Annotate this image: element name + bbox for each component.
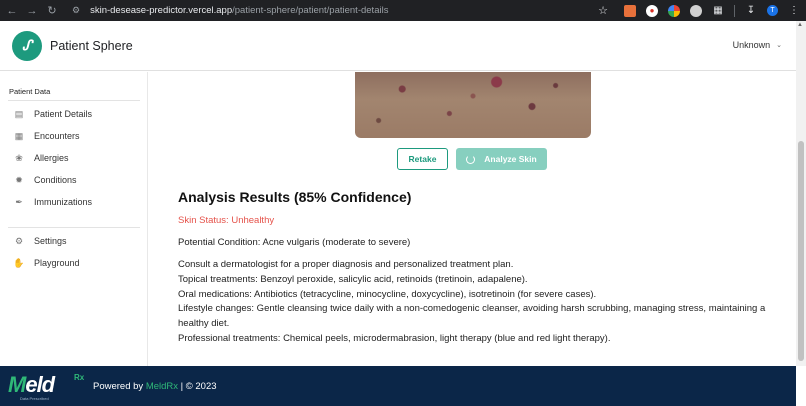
user-menu[interactable]: Unknown ⌄ bbox=[733, 40, 782, 50]
meldrx-link[interactable]: MeldRx bbox=[146, 381, 178, 392]
sidebar-item-immunizations[interactable]: ✒ Immunizations bbox=[8, 192, 140, 212]
loading-spinner-icon bbox=[466, 154, 476, 164]
main-content: Retake Analyze Skin Analysis Results (85… bbox=[157, 72, 796, 366]
syringe-icon: ✒ bbox=[15, 196, 23, 207]
meldrx-logo[interactable]: Meld Rx Data Prescribed bbox=[8, 369, 88, 403]
app-header: ᔑ Patient Sphere Unknown ⌄ bbox=[0, 21, 796, 71]
sidebar-item-encounters[interactable]: ▦ Encounters bbox=[8, 126, 140, 146]
bookmark-star-icon[interactable]: ☆ bbox=[598, 5, 608, 17]
sidebar-item-settings[interactable]: ⚙ Settings bbox=[8, 231, 140, 251]
hand-icon: ✋ bbox=[13, 257, 25, 268]
powered-by-text: Powered by MeldRx | © 2023 bbox=[93, 380, 217, 392]
sidebar-item-label: Conditions bbox=[34, 175, 77, 185]
sidebar-item-label: Playground bbox=[34, 258, 80, 268]
sidebar-item-allergies[interactable]: ❀ Allergies bbox=[8, 148, 140, 168]
advice-line: Professional treatments: Chemical peels,… bbox=[178, 332, 611, 344]
advice-line: Consult a dermatologist for a proper dia… bbox=[178, 259, 514, 270]
sidebar-item-label: Patient Details bbox=[34, 109, 93, 119]
virus-icon: ✹ bbox=[15, 174, 23, 185]
sidebar-item-conditions[interactable]: ✹ Conditions bbox=[8, 170, 140, 190]
advice-line: Oral medications: Antibiotics (tetracycl… bbox=[178, 288, 597, 300]
scroll-up-arrow-icon[interactable]: ▲ bbox=[797, 22, 803, 28]
user-label: Unknown bbox=[732, 40, 771, 50]
download-icon[interactable]: ↧ bbox=[745, 5, 757, 17]
extension-gear-icon[interactable] bbox=[690, 4, 702, 17]
forward-icon[interactable]: → bbox=[22, 0, 42, 21]
site-info-icon[interactable]: ⚙ bbox=[72, 5, 80, 16]
browser-toolbar: ← → ↻ ⚙ skin-desease-predictor.vercel.ap… bbox=[0, 0, 806, 21]
toolbar-divider bbox=[734, 4, 735, 17]
skin-status: Skin Status: Unhealthy bbox=[178, 215, 275, 226]
address-bar[interactable]: ⚙ skin-desease-predictor.vercel.app /pat… bbox=[72, 2, 640, 19]
back-icon[interactable]: ← bbox=[2, 0, 22, 21]
scrollbar-thumb[interactable] bbox=[798, 141, 804, 361]
sidebar-divider bbox=[8, 227, 140, 228]
sidebar-item-playground[interactable]: ✋ Playground bbox=[8, 253, 140, 273]
calendar-icon: ▦ bbox=[14, 130, 24, 141]
chevron-down-icon: ⌄ bbox=[776, 42, 782, 49]
id-card-icon: ▤ bbox=[14, 108, 24, 119]
meldrx-logo-rx: Rx bbox=[74, 373, 85, 382]
advice-line: Lifestyle changes: Gentle cleansing twic… bbox=[178, 303, 766, 330]
extension-record-icon[interactable]: ● bbox=[646, 4, 658, 17]
app-title: Patient Sphere bbox=[50, 38, 133, 53]
extension-fox-icon[interactable] bbox=[624, 4, 636, 17]
retake-button[interactable]: Retake bbox=[397, 148, 448, 170]
sidebar-item-label: Settings bbox=[34, 236, 67, 246]
sidebar-item-label: Allergies bbox=[34, 153, 69, 163]
sidebar-item-label: Immunizations bbox=[34, 197, 93, 207]
potential-condition: Potential Condition: Acne vulgaris (mode… bbox=[178, 237, 411, 248]
allergy-icon: ❀ bbox=[15, 152, 23, 163]
url-host: skin-desease-predictor.vercel.app bbox=[90, 5, 233, 16]
meldrx-logo-text: Meld bbox=[8, 372, 55, 397]
more-menu-icon[interactable]: ⋮ bbox=[788, 5, 800, 17]
treatment-advice: Consult a dermatologist for a proper dia… bbox=[178, 258, 778, 347]
footer: Meld Rx Data Prescribed Powered by MeldR… bbox=[0, 366, 796, 406]
action-buttons: Retake Analyze Skin bbox=[397, 148, 547, 170]
extension-color-icon[interactable] bbox=[668, 4, 680, 17]
meldrx-tagline: Data Prescribed bbox=[20, 396, 49, 401]
profile-avatar[interactable]: T bbox=[767, 5, 778, 16]
settings-icon: ⚙ bbox=[14, 235, 24, 246]
sidebar-item-patient-details[interactable]: ▤ Patient Details bbox=[8, 104, 140, 124]
page-scrollbar[interactable]: ▲ bbox=[796, 21, 806, 366]
analyze-skin-button[interactable]: Analyze Skin bbox=[456, 148, 547, 170]
skin-photo bbox=[355, 72, 591, 138]
sidebar-item-label: Encounters bbox=[34, 131, 80, 141]
url-path: /patient-sphere/patient/patient-details bbox=[232, 5, 389, 16]
patient-sphere-logo[interactable]: ᔑ bbox=[12, 30, 42, 61]
sidebar-section-label: Patient Data bbox=[9, 87, 51, 96]
analyze-skin-label: Analyze Skin bbox=[484, 154, 537, 164]
extensions-puzzle-icon[interactable]: ▦ bbox=[712, 5, 724, 17]
reload-icon[interactable]: ↻ bbox=[42, 0, 62, 21]
sidebar: Patient Data ▤ Patient Details ▦ Encount… bbox=[0, 72, 148, 366]
results-title: Analysis Results (85% Confidence) bbox=[178, 189, 412, 205]
sidebar-divider bbox=[8, 100, 140, 101]
advice-line: Topical treatments: Benzoyl peroxide, sa… bbox=[178, 273, 528, 285]
